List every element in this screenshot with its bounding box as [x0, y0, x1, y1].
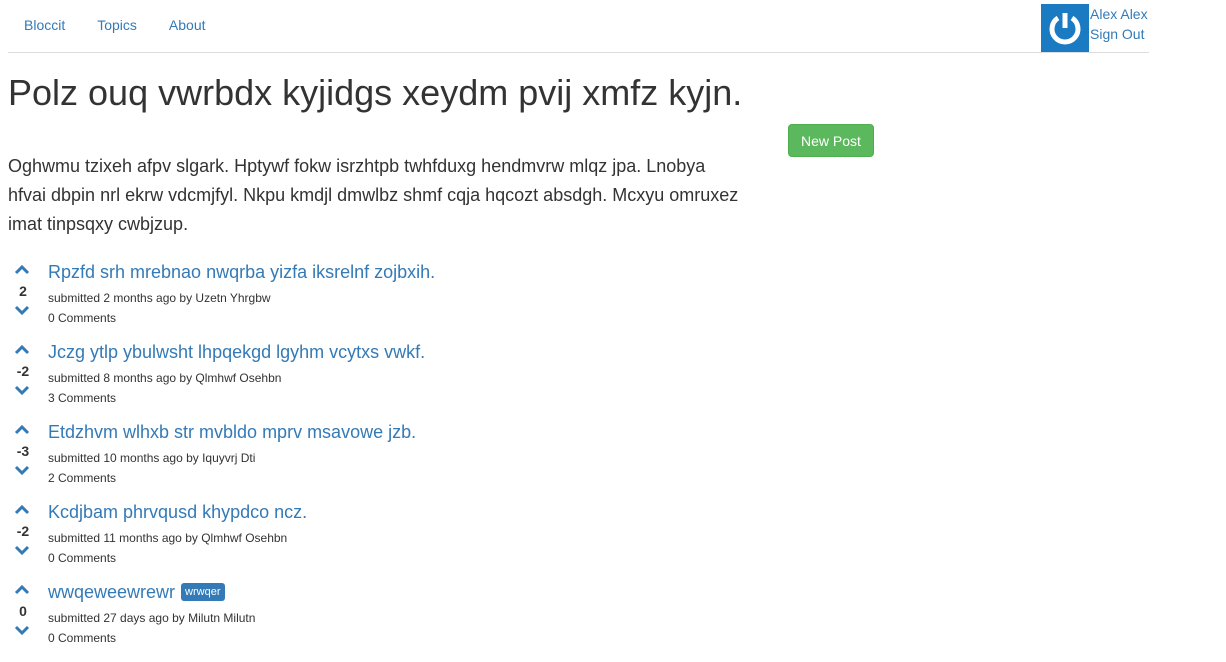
post-title-link[interactable]: Kcdjbam phrvqusd khypdco ncz.	[48, 502, 307, 522]
page-title: Polz ouq vwrbdx kyjidgs xeydm pvij xmfz …	[8, 72, 743, 113]
chevron-down-icon[interactable]	[14, 382, 30, 398]
user-links: Alex Alex Sign Out	[1090, 4, 1148, 52]
post-meta: submitted 10 months ago by Iquyvrj Dti	[48, 451, 256, 465]
post-comments: 2 Comments	[48, 471, 117, 485]
post-meta: submitted 2 months ago by Uzetn Yhrgbw	[48, 291, 271, 305]
post-item: 2 Rpzfd srh mrebnao nwqrba yizfa iksreln…	[8, 262, 768, 342]
post-title-link[interactable]: wwqeweewrewr	[48, 582, 175, 602]
topic-description: Oghwmu tzixeh afpv slgark. Hptywf fokw i…	[8, 156, 739, 234]
sign-out-link[interactable]: Sign Out	[1090, 24, 1148, 44]
post-comments: 0 Comments	[48, 551, 117, 565]
post-title-link[interactable]: Etdzhvm wlhxb str mvbldo mprv msavowe jz…	[48, 422, 416, 442]
post-meta: submitted 11 months ago by Qlmhwf Osehbn	[48, 531, 288, 545]
post-meta: submitted 8 months ago by Qlmhwf Osehbn	[48, 371, 282, 385]
nav-links: Bloccit Topics About	[8, 15, 222, 35]
post-body: Rpzfd srh mrebnao nwqrba yizfa iksrelnf …	[48, 262, 435, 328]
vote-widget: -3	[8, 422, 38, 492]
user-box: Alex Alex Sign Out	[1041, 4, 1148, 52]
vote-count: 0	[19, 603, 27, 619]
chevron-up-icon[interactable]	[14, 262, 30, 278]
user-name-link[interactable]: Alex Alex	[1090, 4, 1148, 24]
post-item: -2 Kcdjbam phrvqusd khypdco ncz. submitt…	[8, 502, 768, 582]
chevron-down-icon[interactable]	[14, 622, 30, 638]
vote-count: 2	[19, 283, 27, 299]
power-icon	[1049, 13, 1081, 45]
vote-widget: -2	[8, 342, 38, 412]
post-comments: 0 Comments	[48, 631, 117, 645]
post-body: Etdzhvm wlhxb str mvbldo mprv msavowe jz…	[48, 422, 416, 488]
post-title-row: Kcdjbam phrvqusd khypdco ncz.	[48, 502, 307, 522]
chevron-up-icon[interactable]	[14, 422, 30, 438]
post-meta: submitted 27 days ago by Milutn Milutn	[48, 611, 256, 625]
nav-topics-link[interactable]: Topics	[81, 15, 153, 35]
post-label-badge: wrwqer	[181, 583, 225, 601]
post-title-link[interactable]: Rpzfd srh mrebnao nwqrba yizfa iksrelnf …	[48, 262, 435, 282]
chevron-up-icon[interactable]	[14, 502, 30, 518]
post-title-row: wwqeweewrewr wrwqer	[48, 582, 255, 602]
vote-widget: 0	[8, 582, 38, 652]
chevron-up-icon[interactable]	[14, 582, 30, 598]
nav-about-link[interactable]: About	[153, 15, 222, 35]
nav-brand-link[interactable]: Bloccit	[8, 15, 81, 35]
post-comments: 0 Comments	[48, 311, 117, 325]
navbar: Bloccit Topics About	[8, 0, 1149, 53]
post-comments: 3 Comments	[48, 391, 117, 405]
post-title-row: Rpzfd srh mrebnao nwqrba yizfa iksrelnf …	[48, 262, 435, 282]
chevron-down-icon[interactable]	[14, 302, 30, 318]
new-post-button[interactable]: New Post	[788, 124, 874, 157]
post-body: Jczg ytlp ybulwsht lhpqekgd lgyhm vcytxs…	[48, 342, 425, 408]
vote-count: -3	[16, 443, 30, 459]
post-title-row: Jczg ytlp ybulwsht lhpqekgd lgyhm vcytxs…	[48, 342, 425, 362]
post-item: -2 Jczg ytlp ybulwsht lhpqekgd lgyhm vcy…	[8, 342, 768, 422]
avatar[interactable]	[1041, 4, 1089, 52]
post-item: -3 Etdzhvm wlhxb str mvbldo mprv msavowe…	[8, 422, 768, 502]
chevron-up-icon[interactable]	[14, 342, 30, 358]
vote-widget: -2	[8, 502, 38, 572]
post-item: 0 wwqeweewrewr wrwqer submitted 27 days …	[8, 582, 768, 662]
vote-count: -2	[16, 523, 30, 539]
chevron-down-icon[interactable]	[14, 542, 30, 558]
chevron-down-icon[interactable]	[14, 462, 30, 478]
vote-widget: 2	[8, 262, 38, 332]
post-body: Kcdjbam phrvqusd khypdco ncz. submitted …	[48, 502, 307, 568]
post-title-link[interactable]: Jczg ytlp ybulwsht lhpqekgd lgyhm vcytxs…	[48, 342, 425, 362]
vote-count: -2	[16, 363, 30, 379]
post-body: wwqeweewrewr wrwqer submitted 27 days ag…	[48, 582, 255, 648]
post-title-row: Etdzhvm wlhxb str mvbldo mprv msavowe jz…	[48, 422, 416, 442]
